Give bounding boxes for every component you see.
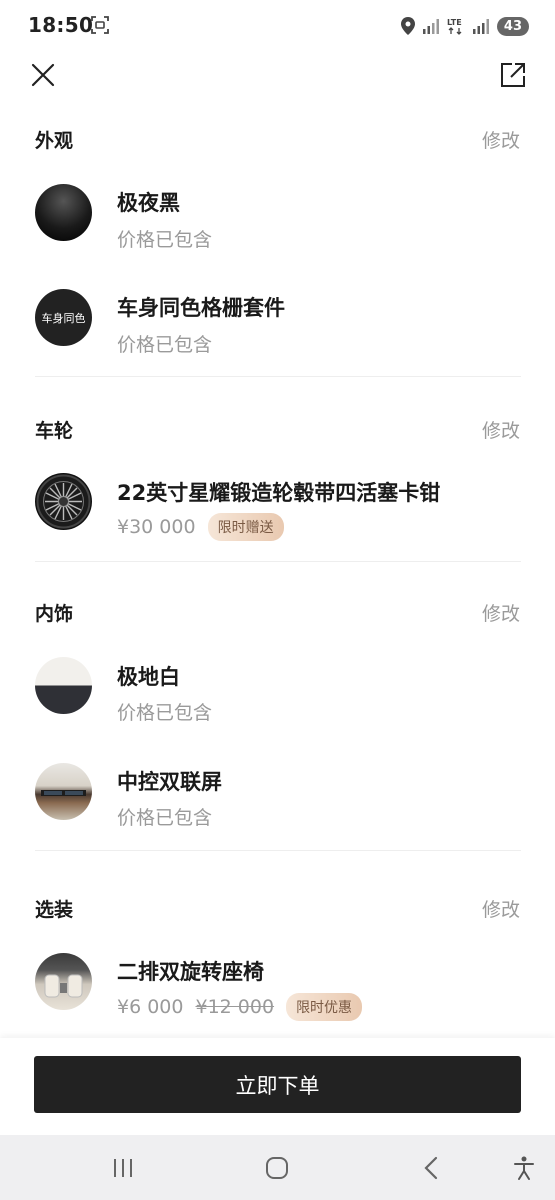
item-price-row: ¥6 000 ¥12 000 限时优惠	[117, 993, 363, 1021]
item-price-note: 价格已包含	[117, 330, 212, 357]
price-included-text: 价格已包含	[117, 702, 213, 724]
item-name: 二排双旋转座椅	[117, 960, 264, 984]
divider	[35, 561, 521, 562]
item-name: 极地白	[117, 665, 180, 689]
item-price-note: 价格已包含	[117, 225, 212, 252]
back-icon[interactable]	[419, 1155, 445, 1181]
share-icon[interactable]	[498, 60, 528, 90]
section-title-interior: 内饰	[35, 603, 74, 625]
dual-screen-thumb	[35, 763, 92, 820]
home-icon[interactable]	[264, 1155, 290, 1181]
edit-wheels-button[interactable]: 修改	[482, 416, 520, 443]
grille-kit-thumb: 车身同色	[35, 289, 92, 346]
rotating-seat-thumb	[35, 953, 92, 1010]
item-name: 极夜黑	[117, 191, 180, 215]
signal-icon	[422, 19, 439, 34]
status-bar: 18:50 LTE 43	[0, 0, 555, 52]
location-icon	[400, 17, 415, 35]
price-included-text: 价格已包含	[117, 334, 213, 356]
edit-exterior-button[interactable]: 修改	[482, 126, 520, 153]
wheel-icon	[36, 474, 91, 529]
dashboard-image	[41, 790, 86, 796]
close-icon[interactable]	[28, 60, 58, 90]
color-swatch-black	[35, 184, 92, 241]
thumb-label: 车身同色	[41, 311, 86, 325]
wheel-thumb	[35, 473, 92, 530]
price-included-text: 价格已包含	[117, 229, 213, 251]
item-price-row: ¥30 000 限时赠送	[117, 513, 284, 541]
interior-color-swatch	[35, 657, 92, 714]
item-price-note: 价格已包含	[117, 803, 212, 830]
screenshot-icon	[91, 16, 109, 34]
status-time: 18:50	[28, 13, 94, 37]
order-now-button[interactable]: 立即下单	[34, 1056, 521, 1113]
signal-icon-2	[472, 19, 489, 34]
battery-badge: 43	[496, 16, 529, 36]
original-price: ¥12 000	[195, 996, 275, 1018]
recent-apps-icon[interactable]	[110, 1155, 136, 1181]
lte-icon: LTE	[447, 18, 462, 35]
divider	[35, 850, 521, 851]
svg-text:LTE: LTE	[447, 18, 462, 27]
edit-interior-button[interactable]: 修改	[482, 599, 520, 626]
promo-tag: 限时优惠	[286, 993, 363, 1021]
item-name: 中控双联屏	[117, 770, 222, 794]
section-title-exterior: 外观	[35, 130, 74, 152]
item-name: 22英寸星耀锻造轮毂带四活塞卡钳	[117, 481, 441, 505]
section-title-wheels: 车轮	[35, 420, 74, 442]
promo-tag: 限时赠送	[207, 513, 284, 541]
system-nav-bar	[0, 1135, 555, 1200]
accessibility-icon[interactable]	[511, 1155, 537, 1181]
seat-image	[44, 974, 83, 998]
item-price-note: 价格已包含	[117, 698, 212, 725]
divider	[35, 376, 521, 377]
price: ¥30 000	[117, 516, 196, 538]
section-title-options: 选装	[35, 899, 74, 921]
item-name: 车身同色格栅套件	[117, 296, 285, 320]
price: ¥6 000	[117, 996, 184, 1018]
price-included-text: 价格已包含	[117, 807, 213, 829]
edit-options-button[interactable]: 修改	[482, 895, 520, 922]
